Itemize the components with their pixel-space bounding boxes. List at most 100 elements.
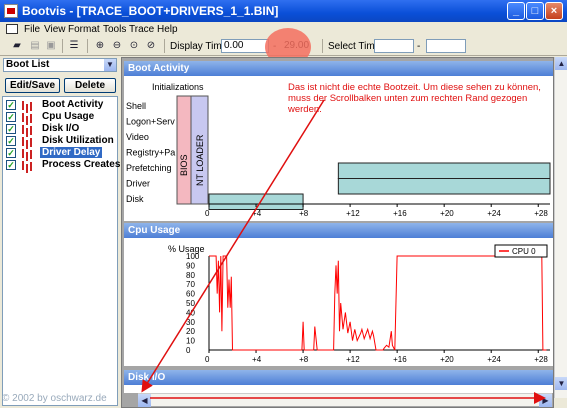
- open-folder-icon[interactable]: ▰: [10, 39, 24, 53]
- scroll-left-icon[interactable]: ◀: [138, 394, 151, 407]
- boot-bar: [337, 162, 551, 179]
- toolbar-separator: [164, 39, 165, 53]
- cpu-y-tick-label: 50: [186, 299, 195, 308]
- boot-activity-header[interactable]: Boot Activity: [124, 61, 553, 76]
- menu-tools[interactable]: Tools: [103, 24, 126, 35]
- boot-category-label: Shell: [126, 101, 146, 111]
- zoom-out-icon[interactable]: ⊖: [110, 39, 124, 53]
- menu-view[interactable]: View: [44, 24, 66, 35]
- boot-list-dropdown-value: Boot List: [6, 59, 50, 70]
- cpu-x-tick-label: +8: [299, 355, 309, 364]
- vertical-scrollbar[interactable]: ▲ ▼: [554, 57, 567, 398]
- menu-trace[interactable]: Trace: [129, 24, 154, 35]
- disk-io-header[interactable]: Disk I/O: [124, 370, 553, 385]
- cpu-y-tick-label: 20: [186, 327, 195, 336]
- edit-save-button[interactable]: Edit/Save: [5, 78, 60, 93]
- toolbar-separator: [62, 39, 63, 53]
- boot-x-tick-label: +4: [252, 209, 262, 218]
- title-bar[interactable]: Bootvis - [TRACE_BOOT+DRIVERS_1_1.BIN] _…: [0, 0, 567, 22]
- cpu-y-tick-label: 0: [186, 346, 191, 355]
- boot-category-label: Registry+Pa: [126, 148, 175, 158]
- checkbox[interactable]: ✓: [6, 136, 16, 146]
- display-time-label: Display Time: [170, 41, 228, 52]
- scroll-right-icon[interactable]: ▶: [539, 394, 552, 407]
- boot-x-tick-label: +24: [487, 209, 501, 218]
- boot-x-tick-label: 0: [205, 209, 210, 218]
- delete-button[interactable]: Delete: [64, 78, 116, 93]
- graph-list-item-label: Process Creates: [42, 159, 121, 170]
- chevron-down-icon[interactable]: ▼: [104, 59, 116, 71]
- menu-file[interactable]: File: [24, 24, 40, 35]
- boot-ylabel: Initializations: [152, 82, 204, 92]
- cpu-x-tick-label: +12: [346, 355, 360, 364]
- toolbar-separator: [87, 39, 88, 53]
- bar-chart-icon: [20, 148, 34, 158]
- cpu-series-line: [209, 255, 547, 351]
- list-view-icon[interactable]: ☰: [67, 39, 81, 53]
- graph-list-item-label: Disk Utilization: [42, 135, 114, 146]
- boot-category-label: Driver: [126, 179, 150, 189]
- boot-list-dropdown[interactable]: Boot List ▼: [3, 58, 117, 72]
- sidebar: Boot List ▼ Edit/Save Delete ✓ Boot Activ…: [0, 57, 121, 408]
- toolbar-separator: [322, 39, 323, 53]
- cpu-legend-label: CPU 0: [512, 247, 536, 256]
- select-time-end-input[interactable]: [426, 39, 466, 53]
- boot-bar: [337, 178, 551, 195]
- print-icon[interactable]: ▤: [28, 39, 42, 53]
- cpu-y-tick-label: 40: [186, 308, 195, 317]
- zoom-in-icon[interactable]: ⊕: [93, 39, 107, 53]
- cpu-usage-chart: % Usage10090807060504030201000 +4 +8 +12 +16…: [168, 244, 550, 364]
- cpu-x-tick-label: +16: [393, 355, 407, 364]
- select-time-label: Select Time: [328, 41, 381, 52]
- boot-category-label: Prefetching: [126, 163, 172, 173]
- cpu-usage-pane: % Usage 100 90 80 70 60 50 40 30 20 10 0 0 +4 +8 +12 +16…: [124, 238, 553, 366]
- disk-io-pane: [124, 385, 553, 393]
- checkbox[interactable]: ✓: [6, 100, 16, 110]
- app-window: Bootvis - [TRACE_BOOT+DRIVERS_1_1.BIN] _…: [0, 0, 567, 408]
- checkbox[interactable]: ✓: [6, 124, 16, 134]
- copyright-text: © 2002 by oschwarz.de: [2, 393, 107, 404]
- graph-list-item-label: Disk I/O: [42, 123, 80, 134]
- close-button[interactable]: ×: [545, 2, 563, 20]
- maximize-button[interactable]: □: [526, 2, 544, 20]
- minimize-button[interactable]: _: [507, 2, 525, 20]
- checkbox[interactable]: ✓: [6, 160, 16, 170]
- cpu-usage-header[interactable]: Cpu Usage: [124, 223, 553, 238]
- cpu-x-tick-label: 0: [205, 355, 210, 364]
- cpu-x-tick-label: +20: [440, 355, 454, 364]
- bar-chart-icon: [20, 136, 34, 146]
- bar-chart-icon: [20, 112, 34, 122]
- boot-category-label: Logon+Serv: [126, 117, 175, 127]
- select-time-start-input[interactable]: [374, 39, 414, 53]
- annotation-line-1: Das ist nicht die echte Bootzeit. Um die…: [288, 82, 541, 93]
- graph-list: ✓ Boot Activity ✓ Cpu Usage ✓ Disk I/O ✓ Disk U…: [2, 96, 120, 406]
- graph-list-item-label: Driver Delay: [40, 147, 103, 158]
- annotation-text: Das ist nicht die echte Bootzeit. Um die…: [288, 82, 550, 115]
- scroll-down-icon[interactable]: ▼: [555, 377, 567, 390]
- cpu-x-tick-label: +4: [252, 355, 262, 364]
- checkbox[interactable]: ✓: [6, 112, 16, 122]
- boot-x-tick-label: +28: [534, 209, 548, 218]
- cpu-x-tick-label: +24: [487, 355, 501, 364]
- select-time-separator: -: [417, 41, 421, 52]
- menu-format[interactable]: Format: [68, 24, 100, 35]
- print-preview-icon[interactable]: ▣: [44, 39, 58, 53]
- cpu-y-tick-label: 30: [186, 318, 195, 327]
- bios-phase-band: [176, 95, 192, 205]
- boot-x-tick-label: +8: [299, 209, 309, 218]
- checkbox[interactable]: ✓: [6, 148, 16, 158]
- zoom-reset-icon[interactable]: ⊙: [127, 39, 141, 53]
- menu-help[interactable]: Help: [157, 24, 178, 35]
- display-time-start-input[interactable]: 0.00: [221, 39, 269, 53]
- document-icon[interactable]: [6, 24, 18, 34]
- zoom-fit-icon[interactable]: ⊘: [144, 39, 158, 53]
- scroll-up-icon[interactable]: ▲: [555, 57, 567, 70]
- cpu-y-tick-label: 90: [186, 261, 195, 270]
- annotation-line-2: muss der Scrollbalken unten zum rechten …: [288, 93, 528, 115]
- cpu-y-tick-label: 10: [186, 337, 195, 346]
- horizontal-scrollbar[interactable]: ◀ ▶: [138, 393, 552, 407]
- boot-x-tick-label: +12: [346, 209, 360, 218]
- nt-loader-phase-label: NT LOADER: [195, 134, 205, 186]
- cpu-y-tick-label: 70: [186, 280, 195, 289]
- cpu-y-tick-label: 100: [186, 252, 200, 261]
